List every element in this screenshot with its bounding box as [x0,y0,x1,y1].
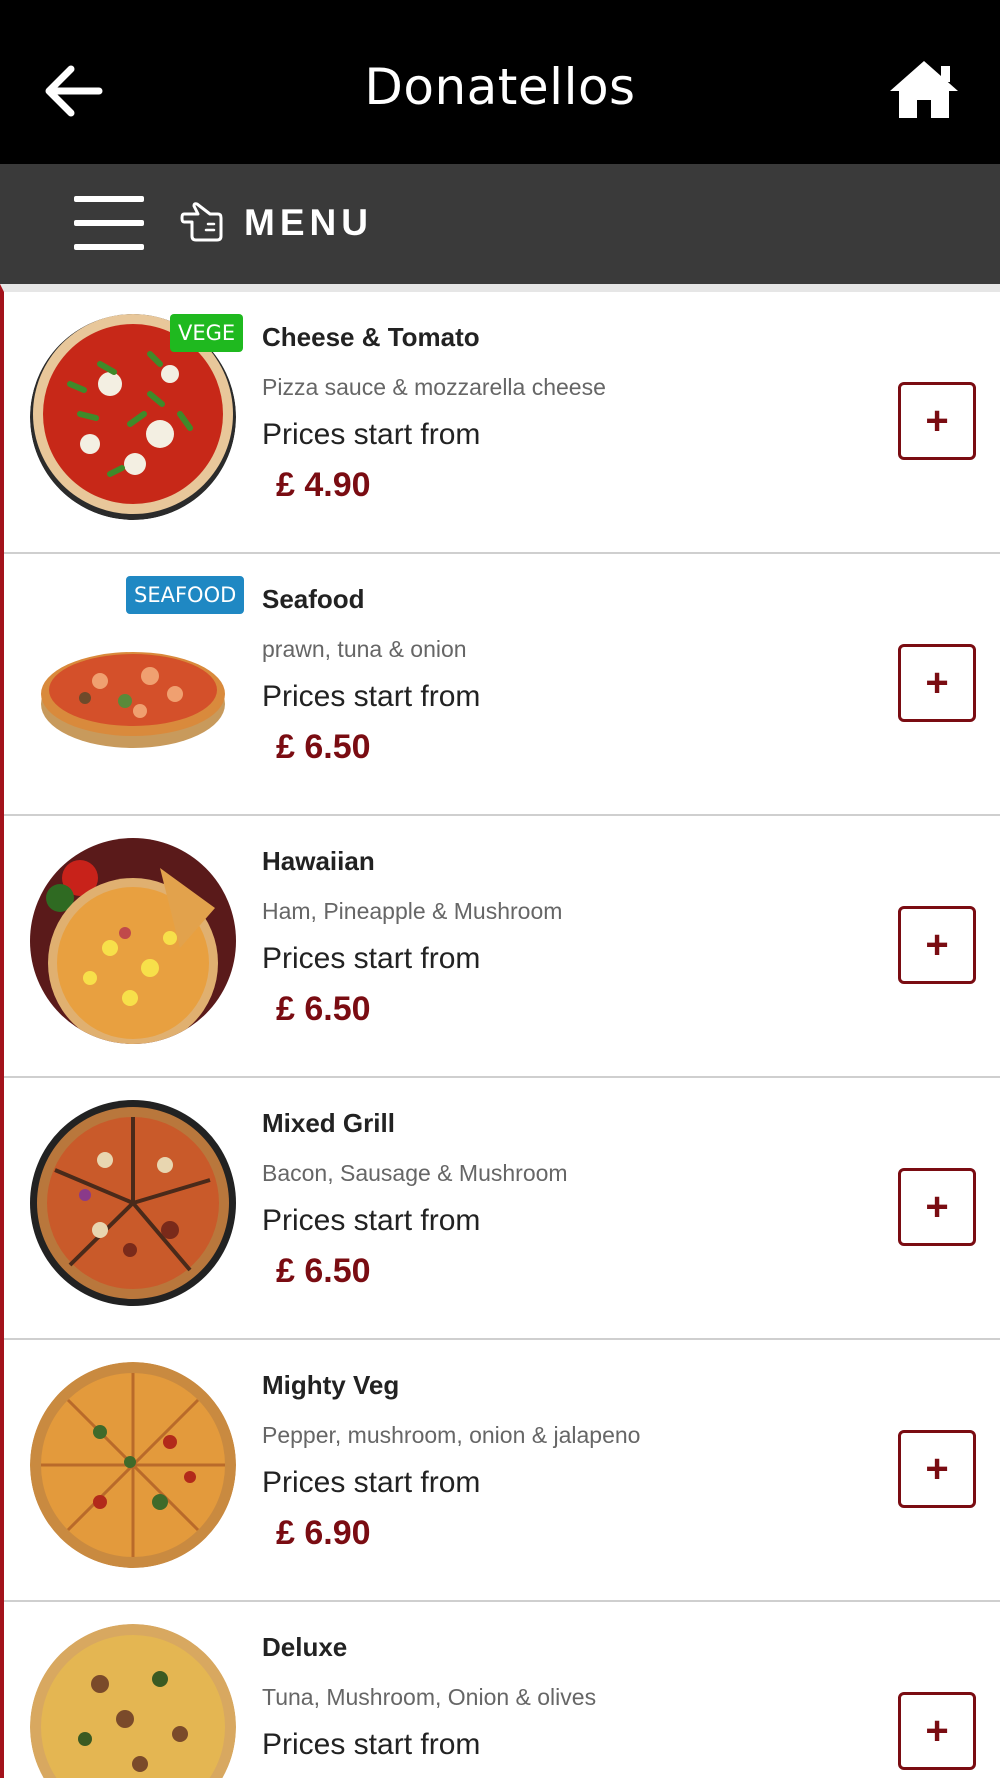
home-button[interactable] [886,56,962,122]
item-description: prawn, tuna & onion [262,636,467,662]
list-item[interactable]: Deluxe Tuna, Mushroom, Onion & olives Pr… [4,1602,1000,1778]
add-button[interactable]: + [898,1168,976,1246]
pizza-image [30,1100,236,1306]
add-button[interactable]: + [898,382,976,460]
prices-label: Prices start from [262,1728,481,1761]
hamburger-icon[interactable] [74,192,146,254]
menu-label[interactable]: MENU [244,202,373,244]
prices-label: Prices start from [262,1204,481,1237]
pizza-image [30,838,236,1044]
item-price: £ 6.50 [276,728,371,766]
prices-label: Prices start from [262,1466,481,1499]
prices-label: Prices start from [262,680,481,713]
item-name: Hawaiian [262,846,375,876]
menu-list: VEGE Cheese & Tomato Pizza sauce & mozza… [0,284,1000,1778]
prices-label: Prices start from [262,942,481,975]
list-item[interactable]: VEGE Cheese & Tomato Pizza sauce & mozza… [4,292,1000,554]
item-description: Ham, Pineapple & Mushroom [262,898,563,924]
item-description: Tuna, Mushroom, Onion & olives [262,1684,597,1710]
pizza-image [30,1362,236,1568]
list-item[interactable]: Hawaiian Ham, Pineapple & Mushroom Price… [4,816,1000,1078]
item-price: £ 4.90 [276,466,371,504]
item-name: Mighty Veg [262,1370,400,1400]
add-button[interactable]: + [898,1430,976,1508]
list-item[interactable]: Mixed Grill Bacon, Sausage & Mushroom Pr… [4,1078,1000,1340]
seafood-badge: SEAFOOD [126,576,245,614]
item-description: Pepper, mushroom, onion & jalapeno [262,1422,641,1448]
item-name: Seafood [262,584,365,614]
item-name: Mixed Grill [262,1108,395,1138]
pizza-image [30,1624,236,1778]
list-item[interactable]: SEAFOOD Seafood prawn, tuna & onion Pric… [4,554,1000,816]
item-name: Cheese & Tomato [262,322,480,352]
list-item[interactable]: Mighty Veg Pepper, mushroom, onion & jal… [4,1340,1000,1602]
prices-label: Prices start from [262,418,481,451]
item-description: Pizza sauce & mozzarella cheese [262,374,606,400]
pointing-hand-icon [180,200,224,244]
item-price: £ 6.50 [276,1252,371,1290]
app-header: Donatellos [0,0,1000,164]
menu-bar: MENU [0,164,1000,284]
page-title: Donatellos [364,58,636,116]
item-name: Deluxe [262,1632,348,1662]
add-button[interactable]: + [898,1692,976,1770]
add-button[interactable]: + [898,906,976,984]
item-price: £ 6.90 [276,1514,371,1552]
item-description: Bacon, Sausage & Mushroom [262,1160,568,1186]
add-button[interactable]: + [898,644,976,722]
item-price: £ 6.50 [276,990,371,1028]
home-icon [890,61,958,118]
vege-badge: VEGE [170,314,244,352]
